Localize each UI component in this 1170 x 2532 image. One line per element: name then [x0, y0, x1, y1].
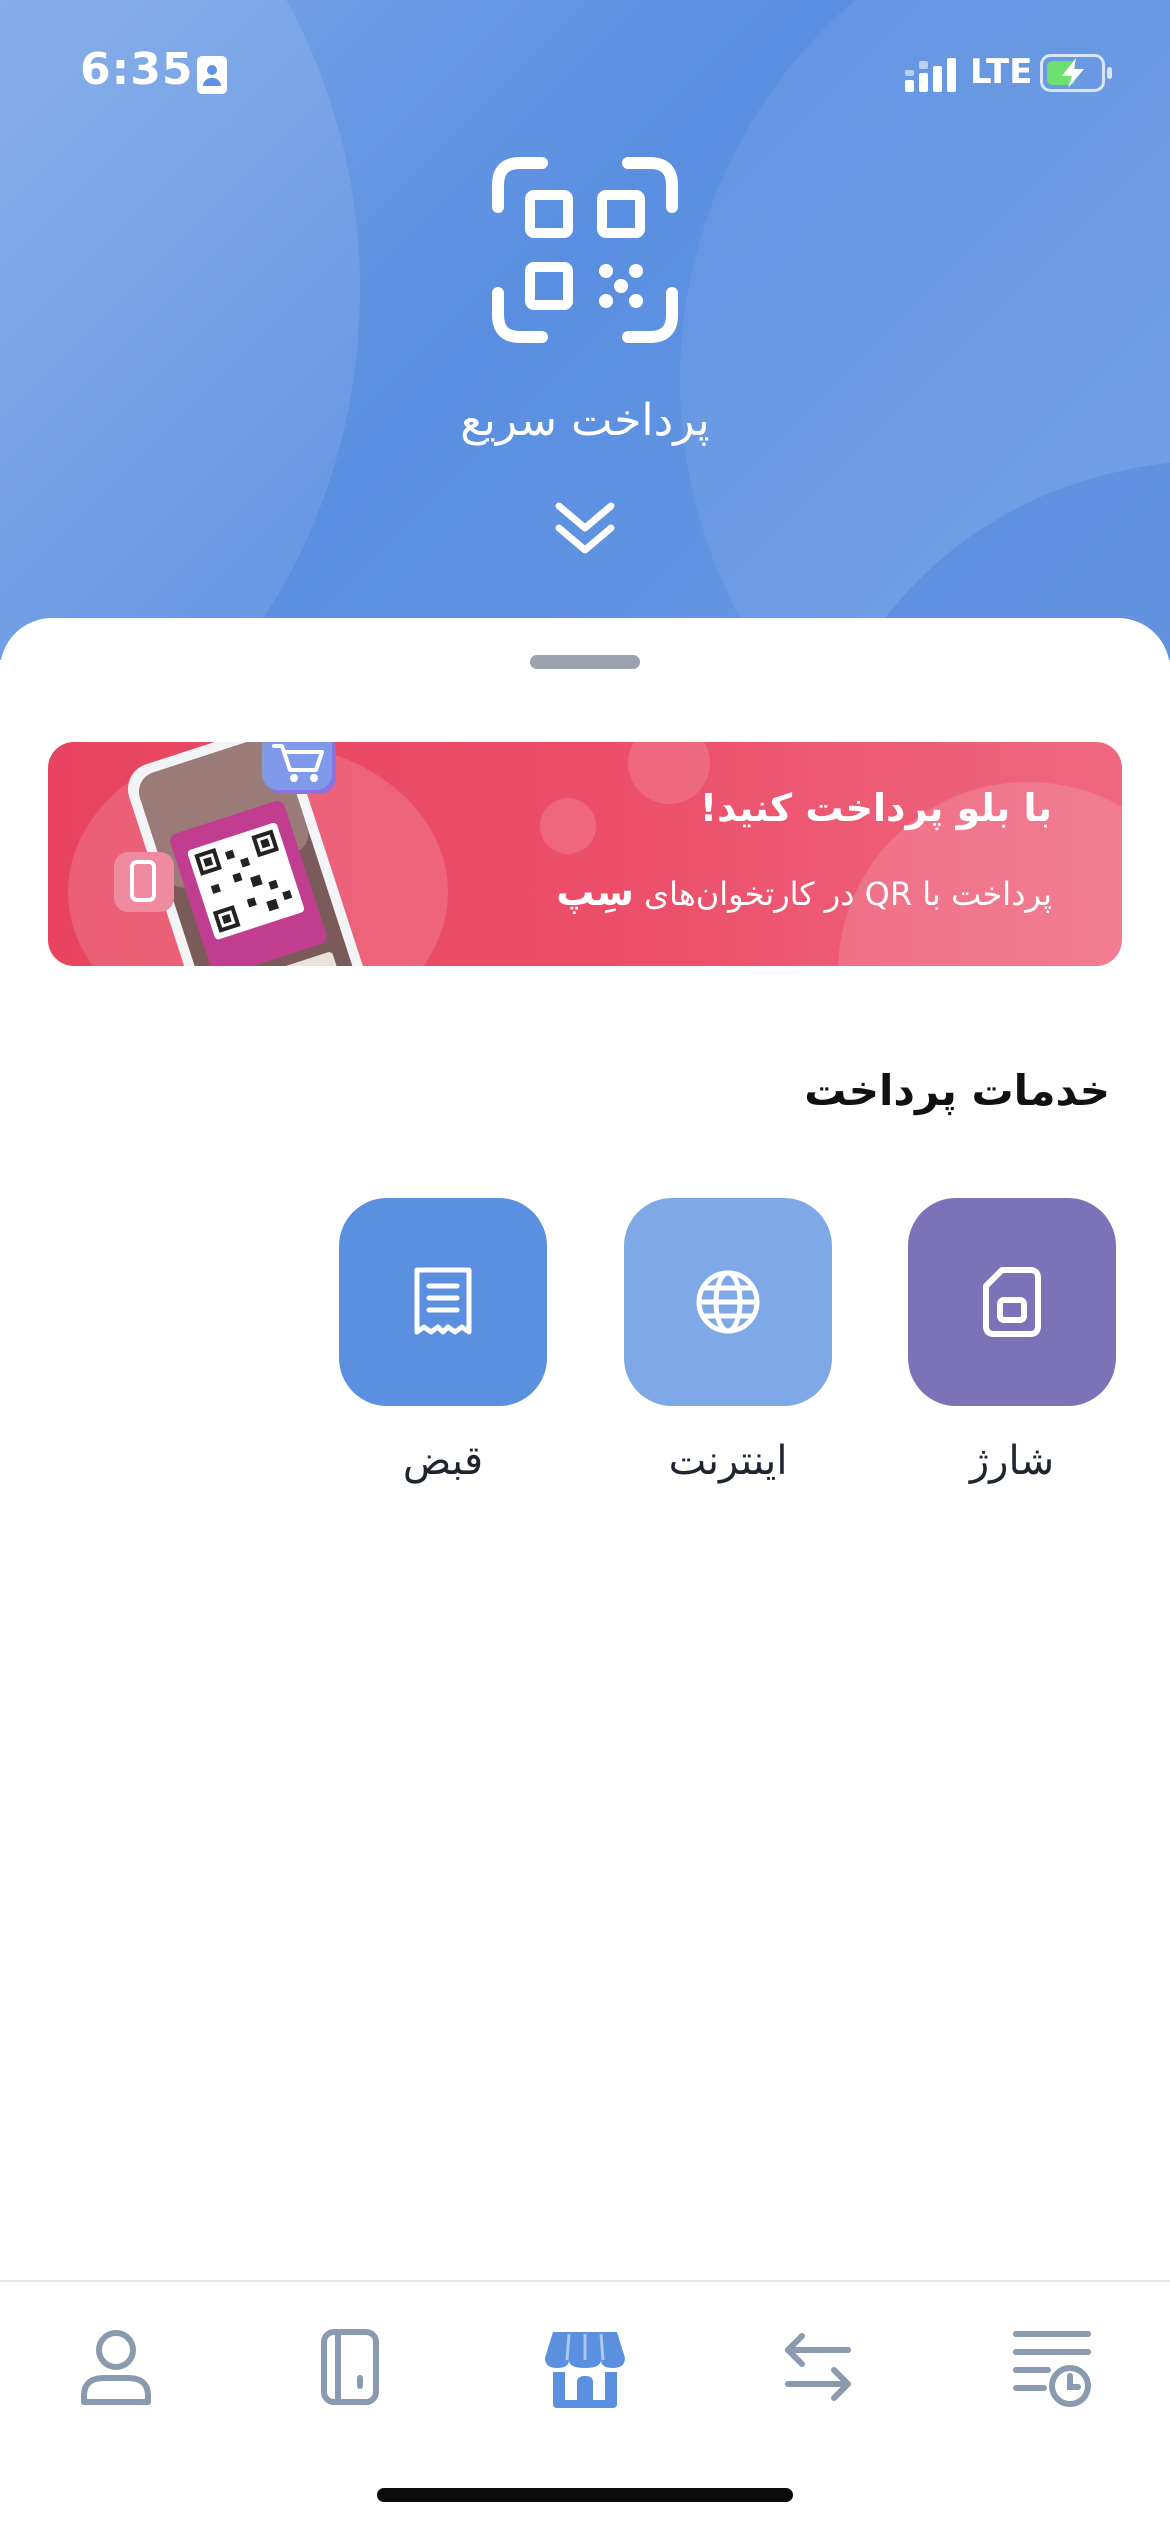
nav-store[interactable] [535, 2316, 635, 2416]
service-charge-tile[interactable] [908, 1198, 1116, 1406]
globe-icon [696, 1270, 760, 1334]
status-bar: 6:35 LTE [0, 0, 1170, 150]
service-internet-tile[interactable] [624, 1198, 832, 1406]
contact-card-icon [197, 56, 227, 94]
app-screen: 6:35 LTE پرداخت سریع با بلو پرداخت کنید!… [0, 0, 1170, 2532]
bottom-nav [0, 2280, 1170, 2532]
profile-icon [81, 2330, 151, 2405]
services-title: خدمات پرداخت [804, 1066, 1110, 1115]
history-icon [1013, 2331, 1091, 2407]
service-internet-label: اینترنت [668, 1438, 788, 1484]
store-icon [545, 2332, 625, 2408]
banner-title: با بلو پرداخت کنید! [699, 786, 1052, 830]
card-icon [321, 2329, 379, 2405]
phone-qr-illustration [114, 742, 376, 966]
banner-subtitle-text: پرداخت با QR در کارتخوان‌های [644, 875, 1052, 913]
home-indicator [377, 2488, 793, 2502]
banner-subtitle: پرداخت با QR در کارتخوان‌های سِپ [556, 870, 1052, 914]
service-charge-label: شارژ [969, 1438, 1055, 1484]
quick-pay-header: 6:35 LTE پرداخت سریع [0, 0, 1170, 660]
network-type: LTE [970, 52, 1033, 92]
service-bill-label: قبض [402, 1438, 484, 1484]
nav-history[interactable] [1002, 2316, 1102, 2416]
drag-handle[interactable] [530, 655, 640, 669]
signal-icon [905, 58, 956, 92]
nav-profile[interactable] [66, 2316, 166, 2416]
battery-charging-icon [1040, 54, 1112, 92]
receipt-icon [414, 1267, 472, 1335]
banner-brand: سِپ [556, 870, 634, 914]
sim-card-icon [983, 1267, 1041, 1337]
nav-cards[interactable] [300, 2316, 400, 2416]
qr-code-icon[interactable] [490, 155, 680, 345]
service-bill[interactable]: قبض [339, 1198, 547, 1484]
bottom-sheet: با بلو پرداخت کنید! پرداخت با QR در کارت… [0, 618, 1170, 2532]
service-charge[interactable]: شارژ [908, 1198, 1116, 1484]
double-chevron-down-icon[interactable] [553, 500, 617, 558]
service-internet[interactable]: اینترنت [624, 1198, 832, 1484]
service-bill-tile[interactable] [339, 1198, 547, 1406]
promo-banner[interactable]: با بلو پرداخت کنید! پرداخت با QR در کارت… [48, 742, 1122, 966]
nav-transfer[interactable] [768, 2316, 868, 2416]
status-time: 6:35 [80, 44, 194, 95]
transfer-icon [785, 2333, 851, 2401]
quick-pay-label[interactable]: پرداخت سریع [385, 395, 785, 446]
